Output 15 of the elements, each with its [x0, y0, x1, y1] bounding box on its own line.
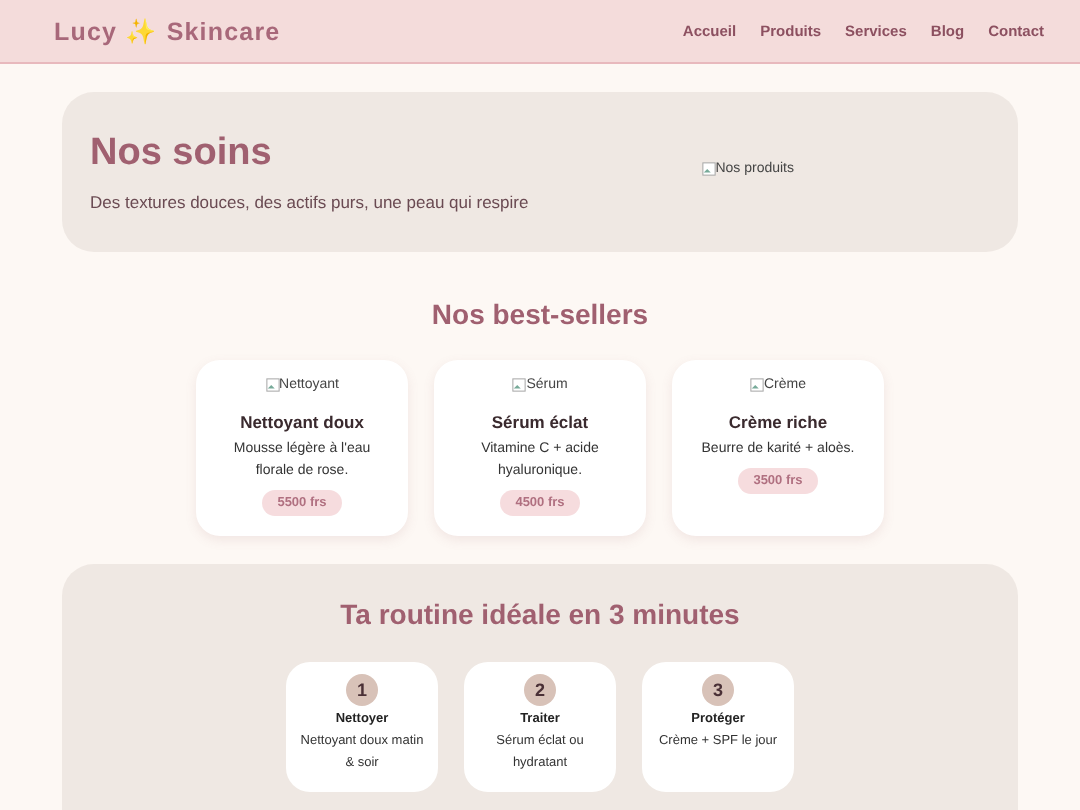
- broken-image-icon: [749, 378, 764, 392]
- logo[interactable]: Lucy ✨ Skincare: [54, 16, 281, 46]
- broken-image-icon: [512, 378, 527, 392]
- step-number: 1: [346, 674, 378, 706]
- step-number: 2: [524, 674, 556, 706]
- hero-subtitle: Des textures douces, des actifs purs, une peau qui respire: [90, 192, 531, 212]
- section-title: Ta routine idéale en 3 minutes: [338, 598, 742, 630]
- product-name: Nettoyant doux: [240, 412, 364, 432]
- hero-title: Nos soins: [90, 132, 274, 176]
- product-name: Sérum éclat: [491, 412, 589, 432]
- step-number: 3: [702, 674, 734, 706]
- broken-image-icon: [701, 162, 716, 176]
- product-name: Crème riche: [728, 412, 828, 432]
- section-title: Nos best-sellers: [429, 298, 651, 330]
- broken-image-icon: [265, 378, 280, 392]
